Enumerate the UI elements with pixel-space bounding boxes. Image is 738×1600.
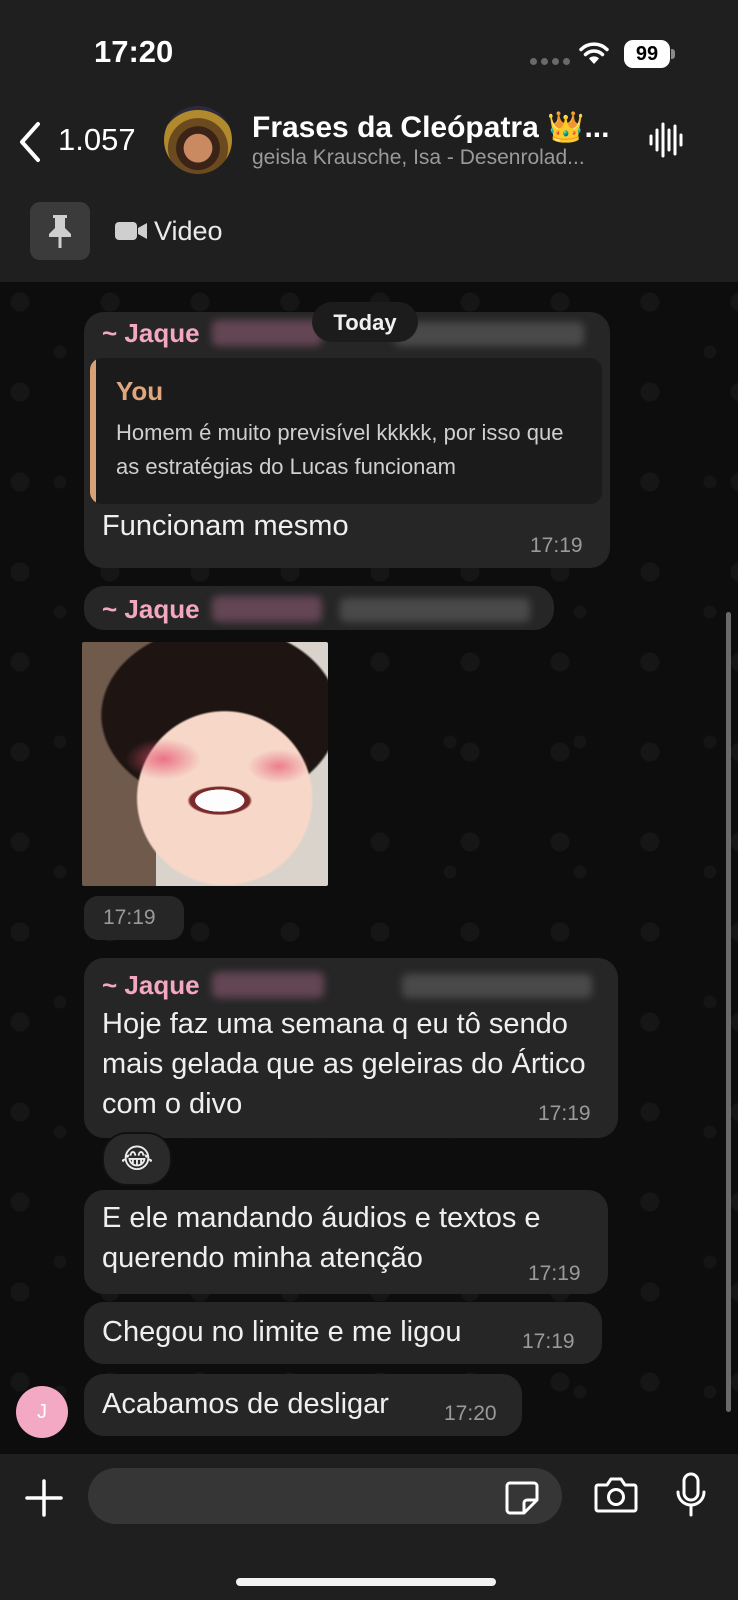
group-title[interactable]: Frases da Cleópatra 👑... <box>252 110 622 145</box>
plus-icon[interactable] <box>24 1478 64 1518</box>
message-bubble[interactable]: ~ Jaque Hoje faz uma semana q eu tô send… <box>84 958 618 1138</box>
sender-name[interactable]: ~ Jaque <box>102 594 200 625</box>
voice-chat-icon[interactable] <box>648 120 684 160</box>
blurred-phone-number <box>402 974 592 998</box>
back-chevron-icon[interactable] <box>14 118 44 166</box>
message-bubble[interactable]: Acabamos de desligar 17:20 <box>84 1374 522 1436</box>
video-camera-icon <box>115 222 147 240</box>
message-bubble[interactable]: Chegou no limite e me ligou 17:19 <box>84 1302 602 1364</box>
battery-icon: 99 <box>624 40 675 68</box>
sticker-image[interactable] <box>82 642 328 886</box>
blurred-sender-surname <box>212 596 322 622</box>
message-text: Funcionam mesmo <box>102 510 349 542</box>
message-time: 17:19 <box>530 534 583 557</box>
pinned-video-label[interactable]: Video <box>154 216 223 247</box>
reaction-emoji[interactable]: 😂 <box>102 1132 172 1186</box>
message-text: E ele mandando áudios e textos e querend… <box>102 1202 541 1274</box>
message-time: 17:20 <box>444 1402 497 1425</box>
message-text: Chegou no limite e me ligou <box>102 1316 462 1348</box>
microphone-icon[interactable] <box>674 1472 708 1518</box>
sticker-icon[interactable] <box>504 1480 540 1516</box>
blurred-phone-number <box>394 322 584 346</box>
camera-icon[interactable] <box>594 1476 638 1514</box>
status-time: 17:20 <box>94 34 174 69</box>
blurred-phone-number <box>340 598 530 622</box>
sticker-time-pill: 17:19 <box>84 896 184 940</box>
message-time: 17:19 <box>538 1102 591 1125</box>
blurred-sender-surname <box>212 320 322 346</box>
blurred-sender-surname <box>212 972 324 998</box>
quote-text: Homem é muito previsível kkkkk, por isso… <box>116 420 564 479</box>
quote-accent-bar <box>90 358 96 504</box>
sender-name[interactable]: ~ Jaque <box>102 970 200 1001</box>
pinned-message-button[interactable] <box>30 202 90 260</box>
message-text: Acabamos de desligar <box>102 1388 389 1420</box>
sticker-sender-header[interactable]: ~ Jaque <box>84 586 554 630</box>
message-time: 17:19 <box>522 1330 575 1353</box>
back-unread-count[interactable]: 1.057 <box>58 122 136 158</box>
sender-avatar[interactable]: J <box>16 1386 68 1438</box>
chat-header: 17:20 99 1.057 Frases da Cleópatra 👑... … <box>0 0 738 283</box>
message-composer <box>0 1454 738 1600</box>
battery-level: 99 <box>624 40 670 68</box>
message-time: 17:19 <box>103 906 156 929</box>
group-members[interactable]: geisla Krausche, Isa - Desenrolad... <box>252 146 624 170</box>
group-avatar[interactable] <box>164 106 232 174</box>
wifi-icon <box>579 42 609 64</box>
pin-icon <box>49 215 71 248</box>
home-indicator[interactable] <box>236 1578 496 1586</box>
message-text: Hoje faz uma semana q eu tô sendo mais g… <box>102 1008 586 1120</box>
chat-scrollbar[interactable] <box>726 612 731 1412</box>
date-divider: Today <box>312 302 418 342</box>
message-input[interactable] <box>88 1468 562 1524</box>
quoted-message[interactable]: You Homem é muito previsível kkkkk, por … <box>90 358 602 504</box>
cellular-signal-icon <box>530 58 570 65</box>
message-bubble[interactable]: E ele mandando áudios e textos e querend… <box>84 1190 608 1294</box>
sender-name[interactable]: ~ Jaque <box>102 318 200 349</box>
quote-author: You <box>116 376 164 406</box>
message-time: 17:19 <box>528 1262 581 1285</box>
